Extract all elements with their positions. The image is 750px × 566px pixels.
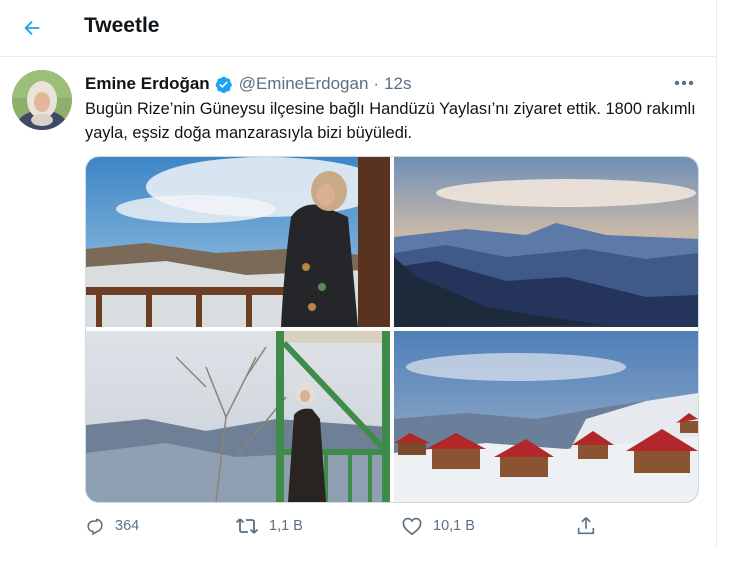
page-bottom xyxy=(0,548,750,566)
avatar[interactable] xyxy=(12,70,72,130)
verified-badge-icon xyxy=(214,75,233,94)
reply-count: 364 xyxy=(115,518,140,534)
wooden-houses-snow-photo[interactable] xyxy=(394,331,698,502)
like-count: 10,1 B xyxy=(433,518,475,534)
page-header: Tweetle xyxy=(0,0,716,57)
tweet-timestamp[interactable]: 12s xyxy=(384,74,411,94)
mountain-landscape-photo[interactable] xyxy=(394,157,698,327)
arrow-left-icon xyxy=(24,20,40,36)
woman-in-tower-photo[interactable] xyxy=(86,331,390,502)
share-button[interactable] xyxy=(575,512,597,540)
tweet-meta: Emine Erdoğan @EmineErdogan · 12s xyxy=(85,73,412,95)
tweet-text: Bugün Rize’nin Güneysu ilçesine bağlı Ha… xyxy=(85,100,696,142)
avatar-image xyxy=(12,70,72,130)
retweet-icon xyxy=(235,518,259,534)
like-icon xyxy=(402,517,422,536)
meta-separator: · xyxy=(373,74,380,93)
like-button[interactable]: 10,1 B xyxy=(401,512,475,540)
author-handle[interactable]: @EmineErdogan xyxy=(239,74,369,94)
tweet-page: Tweetle Emine Erdoğan @EmineErdogan · 12… xyxy=(0,0,717,548)
more-icon xyxy=(674,80,694,86)
retweet-button[interactable]: 1,1 B xyxy=(235,512,303,540)
author-name[interactable]: Emine Erdoğan xyxy=(85,74,210,94)
page-title: Tweetle xyxy=(84,14,160,37)
share-icon xyxy=(577,517,595,535)
retweet-count: 1,1 B xyxy=(269,518,303,534)
reply-icon xyxy=(87,518,103,536)
tweet-actions: 364 1,1 B 10,1 B xyxy=(85,512,685,540)
media-grid xyxy=(85,156,699,503)
reply-button[interactable]: 364 xyxy=(85,512,139,540)
more-options-button[interactable] xyxy=(666,70,702,96)
woman-on-balcony-photo[interactable] xyxy=(86,157,390,327)
back-button[interactable] xyxy=(14,10,50,46)
